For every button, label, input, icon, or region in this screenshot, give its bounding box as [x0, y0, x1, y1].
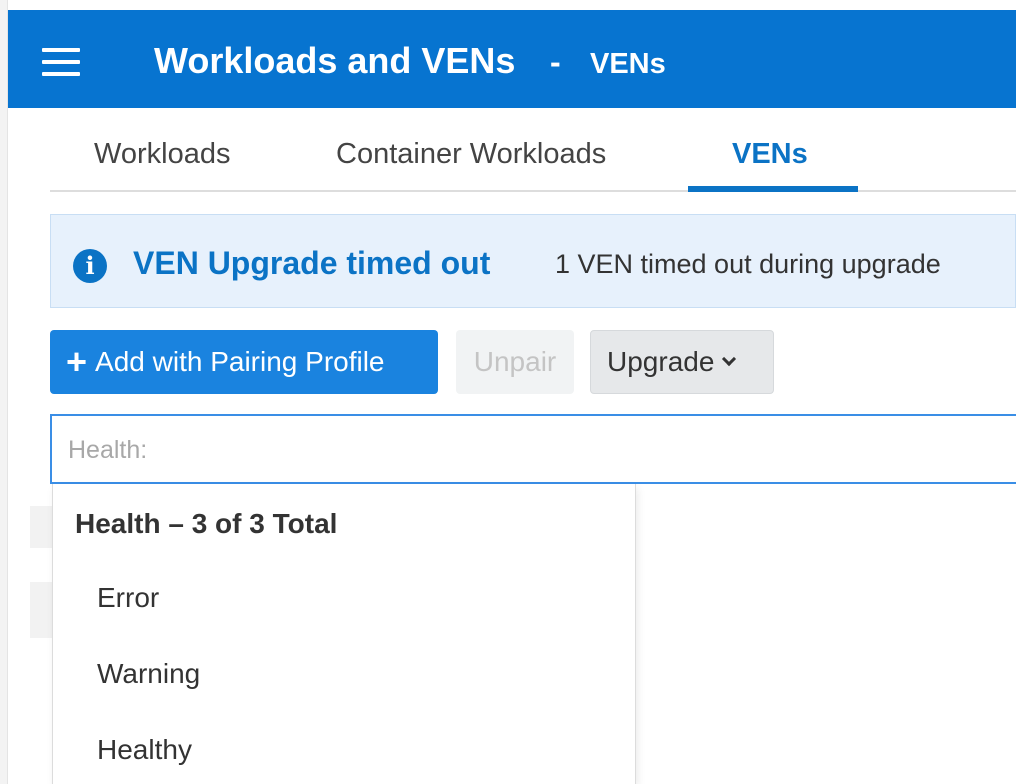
page-subtitle: VENs [590, 48, 666, 80]
filter-search-input[interactable]: Health: [50, 414, 1016, 484]
left-edge [0, 0, 8, 784]
banner-title[interactable]: VEN Upgrade timed out [133, 245, 490, 282]
tab-vens[interactable]: VENs [732, 138, 808, 171]
tab-container-workloads[interactable]: Container Workloads [336, 138, 606, 171]
menu-icon[interactable] [42, 48, 80, 76]
app-window: Workloads and VENs - VENs Workloads Cont… [0, 0, 1016, 784]
unpair-button-label: Unpair [473, 346, 557, 377]
unpair-button[interactable]: Unpair [456, 330, 574, 394]
upgrade-dropdown-button[interactable]: Upgrade [590, 330, 774, 394]
health-filter-dropdown: Health – 3 of 3 Total Error Warning Heal… [52, 484, 636, 784]
top-header: Workloads and VENs - VENs [8, 10, 1016, 108]
upgrade-button-label: Upgrade [607, 346, 715, 377]
tab-bar: Workloads Container Workloads VENs [50, 108, 1016, 192]
option-warning[interactable]: Warning [97, 658, 200, 690]
plus-icon: + [66, 341, 88, 382]
table-row [30, 506, 54, 548]
banner-message: 1 VEN timed out during upgrade [555, 249, 941, 279]
add-button-label: Add with Pairing Profile [95, 346, 385, 377]
page-title: Workloads and VENs [154, 40, 516, 81]
chevron-down-icon [722, 351, 737, 367]
title-separator: - [550, 44, 561, 80]
add-with-pairing-profile-button[interactable]: + Add with Pairing Profile [50, 330, 438, 394]
active-tab-indicator [688, 186, 858, 192]
table-row [30, 582, 54, 638]
upgrade-timeout-banner: i VEN Upgrade timed out 1 VEN timed out … [50, 214, 1016, 308]
tab-workloads[interactable]: Workloads [94, 138, 230, 171]
option-healthy[interactable]: Healthy [97, 734, 192, 766]
filter-placeholder: Health: [68, 436, 148, 464]
option-error[interactable]: Error [97, 582, 159, 614]
info-icon: i [73, 249, 107, 283]
dropdown-header: Health – 3 of 3 Total [75, 508, 338, 539]
